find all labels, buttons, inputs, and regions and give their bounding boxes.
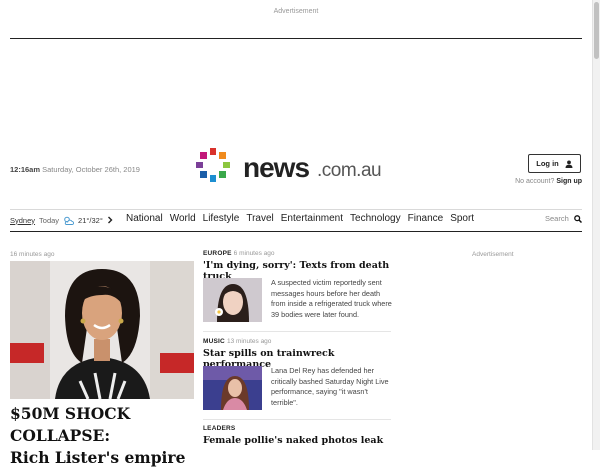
article-thumbnail[interactable] — [203, 366, 262, 410]
logo-domain: .com.au — [317, 160, 382, 181]
logo-dot — [209, 175, 217, 182]
chevron-right-icon[interactable] — [107, 216, 113, 224]
thumbnail-photo-2 — [203, 366, 262, 410]
site-logo[interactable]: news .com.au — [196, 148, 398, 190]
logo-dot — [200, 171, 207, 178]
no-account-text: No account? — [515, 178, 555, 185]
nav-travel[interactable]: Travel — [246, 213, 273, 224]
article-category-label[interactable]: EUROPE — [203, 250, 232, 257]
article-timestamp: 6 minutes ago — [233, 250, 275, 257]
scrollbar-thumb[interactable] — [594, 2, 599, 59]
nav-bottom-divider — [10, 231, 582, 232]
article-category: MUSIC 13 minutes ago — [203, 338, 391, 345]
article-category-label[interactable]: MUSIC — [203, 338, 225, 345]
article-summary: Lana Del Rey has defended her critically… — [271, 366, 389, 407]
logo-dot — [200, 152, 207, 159]
article-category: EUROPE 6 minutes ago — [203, 250, 391, 257]
hero-headline[interactable]: $50M SHOCK COLLAPSE: Rich Lister's empir… — [10, 403, 200, 469]
hero-headline-line1: $50M SHOCK COLLAPSE: — [10, 404, 131, 445]
nav-top-divider — [10, 209, 582, 210]
advertisement-divider — [10, 38, 582, 39]
partly-cloudy-icon — [64, 216, 75, 225]
logo-wordmark: news — [243, 152, 310, 183]
nav-entertainment[interactable]: Entertainment — [281, 213, 343, 224]
nav-lifestyle[interactable]: Lifestyle — [203, 213, 240, 224]
article-divider — [203, 419, 391, 420]
article-category-label[interactable]: LEADERS — [203, 425, 235, 432]
logo-dot — [196, 161, 203, 169]
no-account-prompt: No account? Sign up — [486, 178, 582, 185]
nav-national[interactable]: National — [126, 213, 163, 224]
article-category: LEADERS — [203, 425, 391, 432]
login-label: Log in — [536, 159, 559, 168]
nav-technology[interactable]: Technology — [350, 213, 401, 224]
weather-widget[interactable]: Sydney Today 21°/32° — [10, 214, 113, 226]
thumbnail-photo-1 — [203, 278, 262, 322]
article-card[interactable]: MUSIC 13 minutes ago Star spills on trai… — [203, 338, 391, 410]
article-card[interactable]: EUROPE 6 minutes ago 'I'm dying, sorry':… — [203, 250, 392, 322]
logo-dot — [223, 161, 230, 169]
hero-timestamp: 16 minutes ago — [10, 251, 55, 258]
advertisement-label-right: Advertisement — [472, 251, 514, 258]
main-nav: National World Lifestyle Travel Entertai… — [126, 213, 474, 224]
logo-dots-icon — [196, 148, 236, 188]
weather-city[interactable]: Sydney — [10, 216, 35, 225]
logo-dot — [219, 152, 226, 159]
article-card[interactable]: LEADERS Female pollie's naked photos lea… — [203, 425, 391, 446]
search-label: Search — [545, 214, 569, 223]
nav-finance[interactable]: Finance — [408, 213, 444, 224]
article-timestamp: 13 minutes ago — [226, 338, 272, 345]
article-headline[interactable]: Female pollie's naked photos leak — [203, 435, 391, 446]
user-icon — [565, 160, 573, 168]
current-datetime: 12:16am Saturday, October 26th, 2019 — [10, 165, 140, 174]
hero-headline-line2: Rich Lister's empire — [10, 448, 186, 467]
current-time: 12:16am — [10, 165, 41, 174]
logo-dot — [209, 148, 217, 155]
article-summary: A suspected victim reportedly sent messa… — [271, 278, 392, 319]
current-date: Saturday, October 26th, 2019 — [42, 165, 140, 174]
hero-image[interactable] — [10, 261, 194, 399]
search-icon — [573, 214, 582, 223]
search-button[interactable]: Search — [545, 214, 582, 223]
signup-link[interactable]: Sign up — [556, 178, 582, 185]
weather-temps: 21°/32° — [78, 215, 103, 225]
article-divider — [203, 331, 391, 332]
nav-sport[interactable]: Sport — [450, 213, 474, 224]
logo-dot — [219, 171, 226, 178]
nav-world[interactable]: World — [170, 213, 196, 224]
login-button[interactable]: Log in — [528, 154, 581, 173]
weather-today-label: Today — [39, 215, 60, 225]
advertisement-label-top: Advertisement — [273, 8, 319, 15]
article-thumbnail[interactable] — [203, 278, 262, 322]
hero-photo-illustration — [10, 261, 194, 399]
page-scrollbar[interactable] — [592, 0, 600, 450]
